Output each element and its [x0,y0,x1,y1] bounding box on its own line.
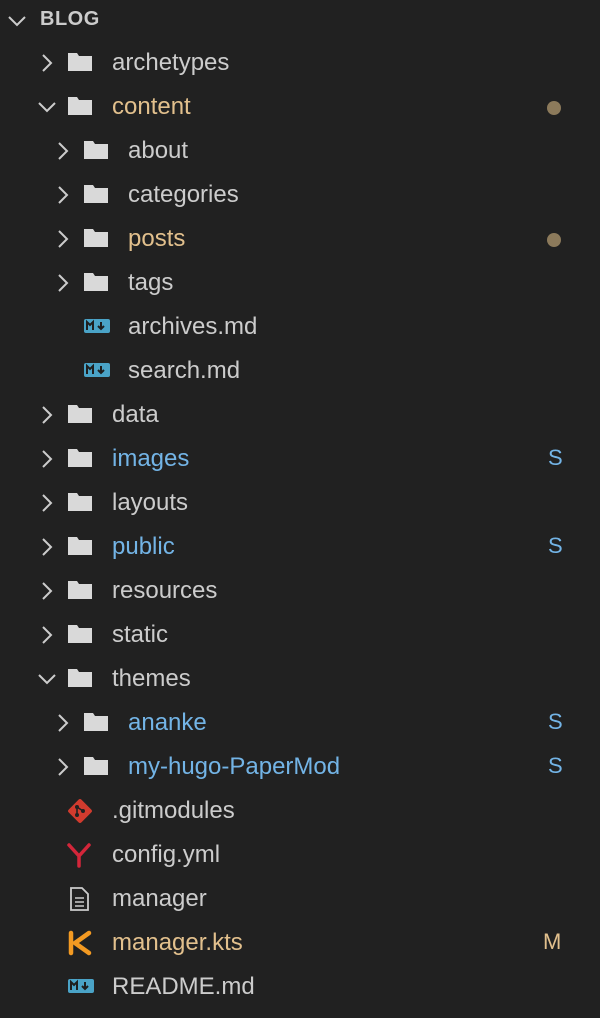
folder-icon [83,138,109,162]
submodule-badge: S [548,753,563,778]
tree-item-label: about [128,137,189,164]
tree-item-label: search.md [128,357,241,384]
tree-item-posts[interactable]: posts [0,217,600,261]
folder-icon [67,50,93,74]
folder-icon [67,578,93,602]
modified-badge: M [543,929,562,954]
chevron-right-icon[interactable] [36,624,58,646]
tree-item-label: my-hugo-PaperMod [128,753,341,780]
chevron-right-icon[interactable] [36,492,58,514]
tree-item-label: themes [112,665,191,692]
file-explorer: BLOG archetypes content about categories… [0,0,600,1018]
tree-item-label: content [112,93,191,120]
tree-item-ananke[interactable]: ananke S [0,701,600,745]
tree-item-search-md[interactable]: search.md [0,349,600,393]
tree-item-label: tags [128,269,174,296]
tree-item-label: .gitmodules [112,797,235,824]
folder-icon [83,270,109,294]
tree-item-layouts[interactable]: layouts [0,481,600,525]
chevron-right-icon[interactable] [52,756,74,778]
tree-item-label: layouts [112,489,189,516]
tree-item-archives-md[interactable]: archives.md [0,305,600,349]
tree-item-readme-md[interactable]: README.md [0,965,600,1009]
tree-item-content[interactable]: content [0,85,600,129]
chevron-right-icon[interactable] [36,52,58,74]
explorer-section-title: BLOG [40,8,100,30]
folder-icon [83,710,109,734]
tree-item-label: images [112,445,190,472]
tree-item-label: manager [112,885,207,912]
markdown-icon [83,314,110,338]
explorer-section-header[interactable]: BLOG [0,0,600,40]
chevron-right-icon[interactable] [52,140,74,162]
folder-icon [67,446,93,470]
modified-dot [547,101,561,115]
chevron-down-icon[interactable] [36,668,58,690]
chevron-right-icon[interactable] [36,580,58,602]
chevron-right-icon[interactable] [36,536,58,558]
folder-icon [67,622,93,646]
chevron-right-icon[interactable] [52,228,74,250]
chevron-right-icon[interactable] [36,448,58,470]
tree-item-label: manager.kts [112,929,243,956]
folder-icon [83,226,109,250]
tree-item-label: categories [128,181,239,208]
chevron-right-icon[interactable] [52,184,74,206]
tree-item-manager[interactable]: manager [0,877,600,921]
tree-item-label: static [112,621,169,648]
tree-item-label: config.yml [112,841,221,868]
folder-open-icon [67,666,93,690]
tree-item-label: public [112,533,175,560]
tree-item-label: resources [112,577,218,604]
modified-dot [547,233,561,247]
folder-icon [67,402,93,426]
folder-icon [67,490,93,514]
tree-item-label: data [112,401,159,428]
tree-item-config-yml[interactable]: config.yml [0,833,600,877]
tree-item-about[interactable]: about [0,129,600,173]
tree-item-resources[interactable]: resources [0,569,600,613]
git-icon [67,798,93,823]
submodule-badge: S [548,445,563,470]
tree-item-label: posts [128,225,186,252]
tree-item-gitmodules[interactable]: .gitmodules [0,789,600,833]
tree-item-label: archetypes [112,49,230,76]
submodule-badge: S [548,709,563,734]
tree-item-label: archives.md [128,313,258,340]
tree-item-themes[interactable]: themes [0,657,600,701]
folder-icon [83,182,109,206]
tree-item-label: ananke [128,709,207,736]
tree-item-data[interactable]: data [0,393,600,437]
tree-item-tags[interactable]: tags [0,261,600,305]
tree-item-my-hugo-papermod[interactable]: my-hugo-PaperMod S [0,745,600,789]
chevron-down-icon[interactable] [36,96,58,118]
chevron-right-icon[interactable] [52,272,74,294]
yaml-icon [67,842,93,868]
tree-item-images[interactable]: images S [0,437,600,481]
tree-item-archetypes[interactable]: archetypes [0,41,600,85]
kotlin-icon [67,930,93,956]
folder-open-icon [67,94,93,118]
chevron-right-icon[interactable] [52,712,74,734]
markdown-icon [67,974,94,998]
submodule-badge: S [548,533,563,558]
chevron-right-icon[interactable] [36,404,58,426]
markdown-icon [83,358,110,382]
folder-icon [67,534,93,558]
tree-item-public[interactable]: public S [0,525,600,569]
tree-item-manager-kts[interactable]: manager.kts M [0,921,600,965]
tree-item-label: README.md [112,973,255,1000]
file-icon [67,886,93,911]
tree-item-static[interactable]: static [0,613,600,657]
tree-item-categories[interactable]: categories [0,173,600,217]
chevron-down-icon [6,10,28,32]
folder-icon [83,754,109,778]
